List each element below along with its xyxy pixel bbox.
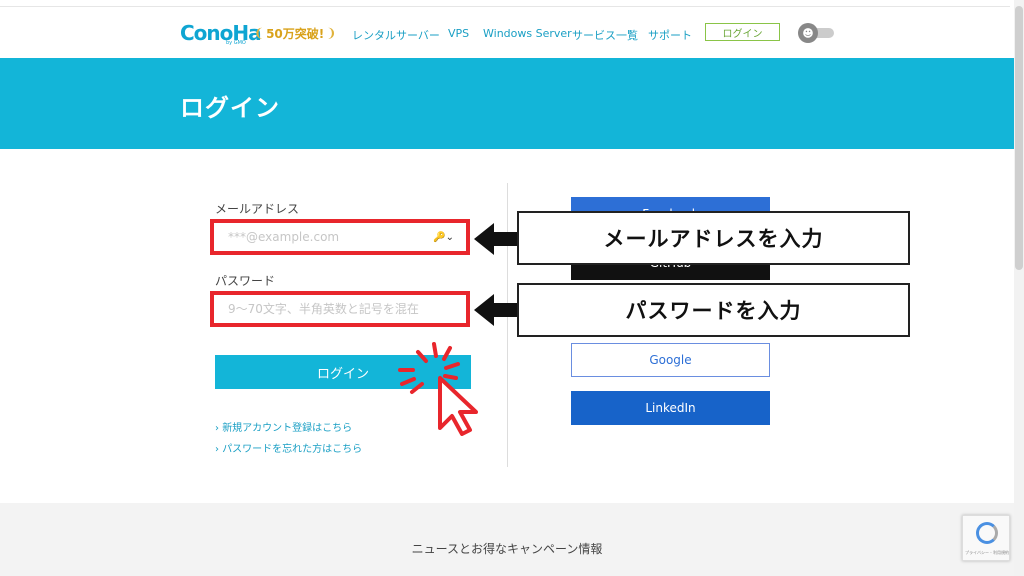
conoha-logo[interactable]: ConoHa bbox=[180, 21, 262, 45]
page-title: ログイン bbox=[180, 94, 280, 122]
footer-news-heading: ニュースとお得なキャンペーン情報 bbox=[411, 542, 603, 556]
recaptcha-text: プライバシー - 利用規約 bbox=[965, 550, 1009, 555]
badge-text: 50万突破! bbox=[266, 26, 325, 41]
chevron-right-icon: › bbox=[215, 444, 219, 455]
nav-rental-server[interactable]: レンタルサーバー bbox=[352, 27, 440, 43]
nav-services[interactable]: サービス一覧 bbox=[572, 27, 638, 43]
password-input[interactable] bbox=[226, 301, 430, 317]
arrow-left-icon bbox=[474, 294, 518, 326]
email-field-highlight: 🔑⌄ bbox=[210, 219, 470, 255]
email-input[interactable] bbox=[226, 229, 430, 245]
arrow-left-icon bbox=[474, 223, 518, 255]
signup-link[interactable]: › 新規アカウント登録はこちら bbox=[215, 419, 352, 434]
click-cursor-icon bbox=[398, 342, 478, 436]
password-field-highlight bbox=[210, 291, 470, 327]
forgot-password-link[interactable]: › パスワードを忘れた方はこちら bbox=[215, 440, 362, 455]
mascot-icon: ☻ bbox=[798, 23, 818, 43]
site-header: ConoHa by GMO ❨ 50万突破! ❩ レンタルサーバー VPS Wi… bbox=[0, 7, 1010, 57]
email-label: メールアドレス bbox=[215, 202, 300, 216]
recaptcha-badge[interactable]: プライバシー - 利用規約 bbox=[962, 515, 1010, 561]
email-callout: メールアドレスを入力 bbox=[517, 211, 910, 265]
page-banner: ログイン bbox=[0, 58, 1014, 149]
laurel-right-icon: ❩ bbox=[326, 26, 337, 40]
password-manager-key-icon[interactable]: 🔑⌄ bbox=[433, 232, 454, 243]
theme-toggle[interactable]: ☻ bbox=[798, 23, 834, 43]
forgot-link-text: パスワードを忘れた方はこちら bbox=[222, 444, 363, 455]
milestone-badge: ❨ 50万突破! ❩ bbox=[254, 24, 336, 42]
scrollbar[interactable] bbox=[1014, 0, 1024, 576]
recaptcha-icon bbox=[976, 522, 998, 544]
nav-windows-server[interactable]: Windows Server bbox=[483, 27, 572, 40]
chevron-right-icon: › bbox=[215, 423, 219, 434]
nav-support[interactable]: サポート bbox=[648, 27, 692, 43]
laurel-left-icon: ❨ bbox=[254, 26, 265, 40]
scrollbar-thumb[interactable] bbox=[1015, 6, 1023, 270]
password-label: パスワード bbox=[215, 274, 276, 288]
header-login-button[interactable]: ログイン bbox=[705, 23, 780, 41]
signup-link-text: 新規アカウント登録はこちら bbox=[222, 423, 353, 434]
linkedin-login-button[interactable]: LinkedIn bbox=[571, 391, 770, 425]
footer: ニュースとお得なキャンペーン情報 bbox=[0, 503, 1014, 576]
nav-vps[interactable]: VPS bbox=[448, 27, 469, 40]
google-login-button[interactable]: Google bbox=[571, 343, 770, 377]
logo-sub: by GMO bbox=[226, 40, 246, 46]
password-callout: パスワードを入力 bbox=[517, 283, 910, 337]
page: ConoHa by GMO ❨ 50万突破! ❩ レンタルサーバー VPS Wi… bbox=[0, 0, 1024, 576]
